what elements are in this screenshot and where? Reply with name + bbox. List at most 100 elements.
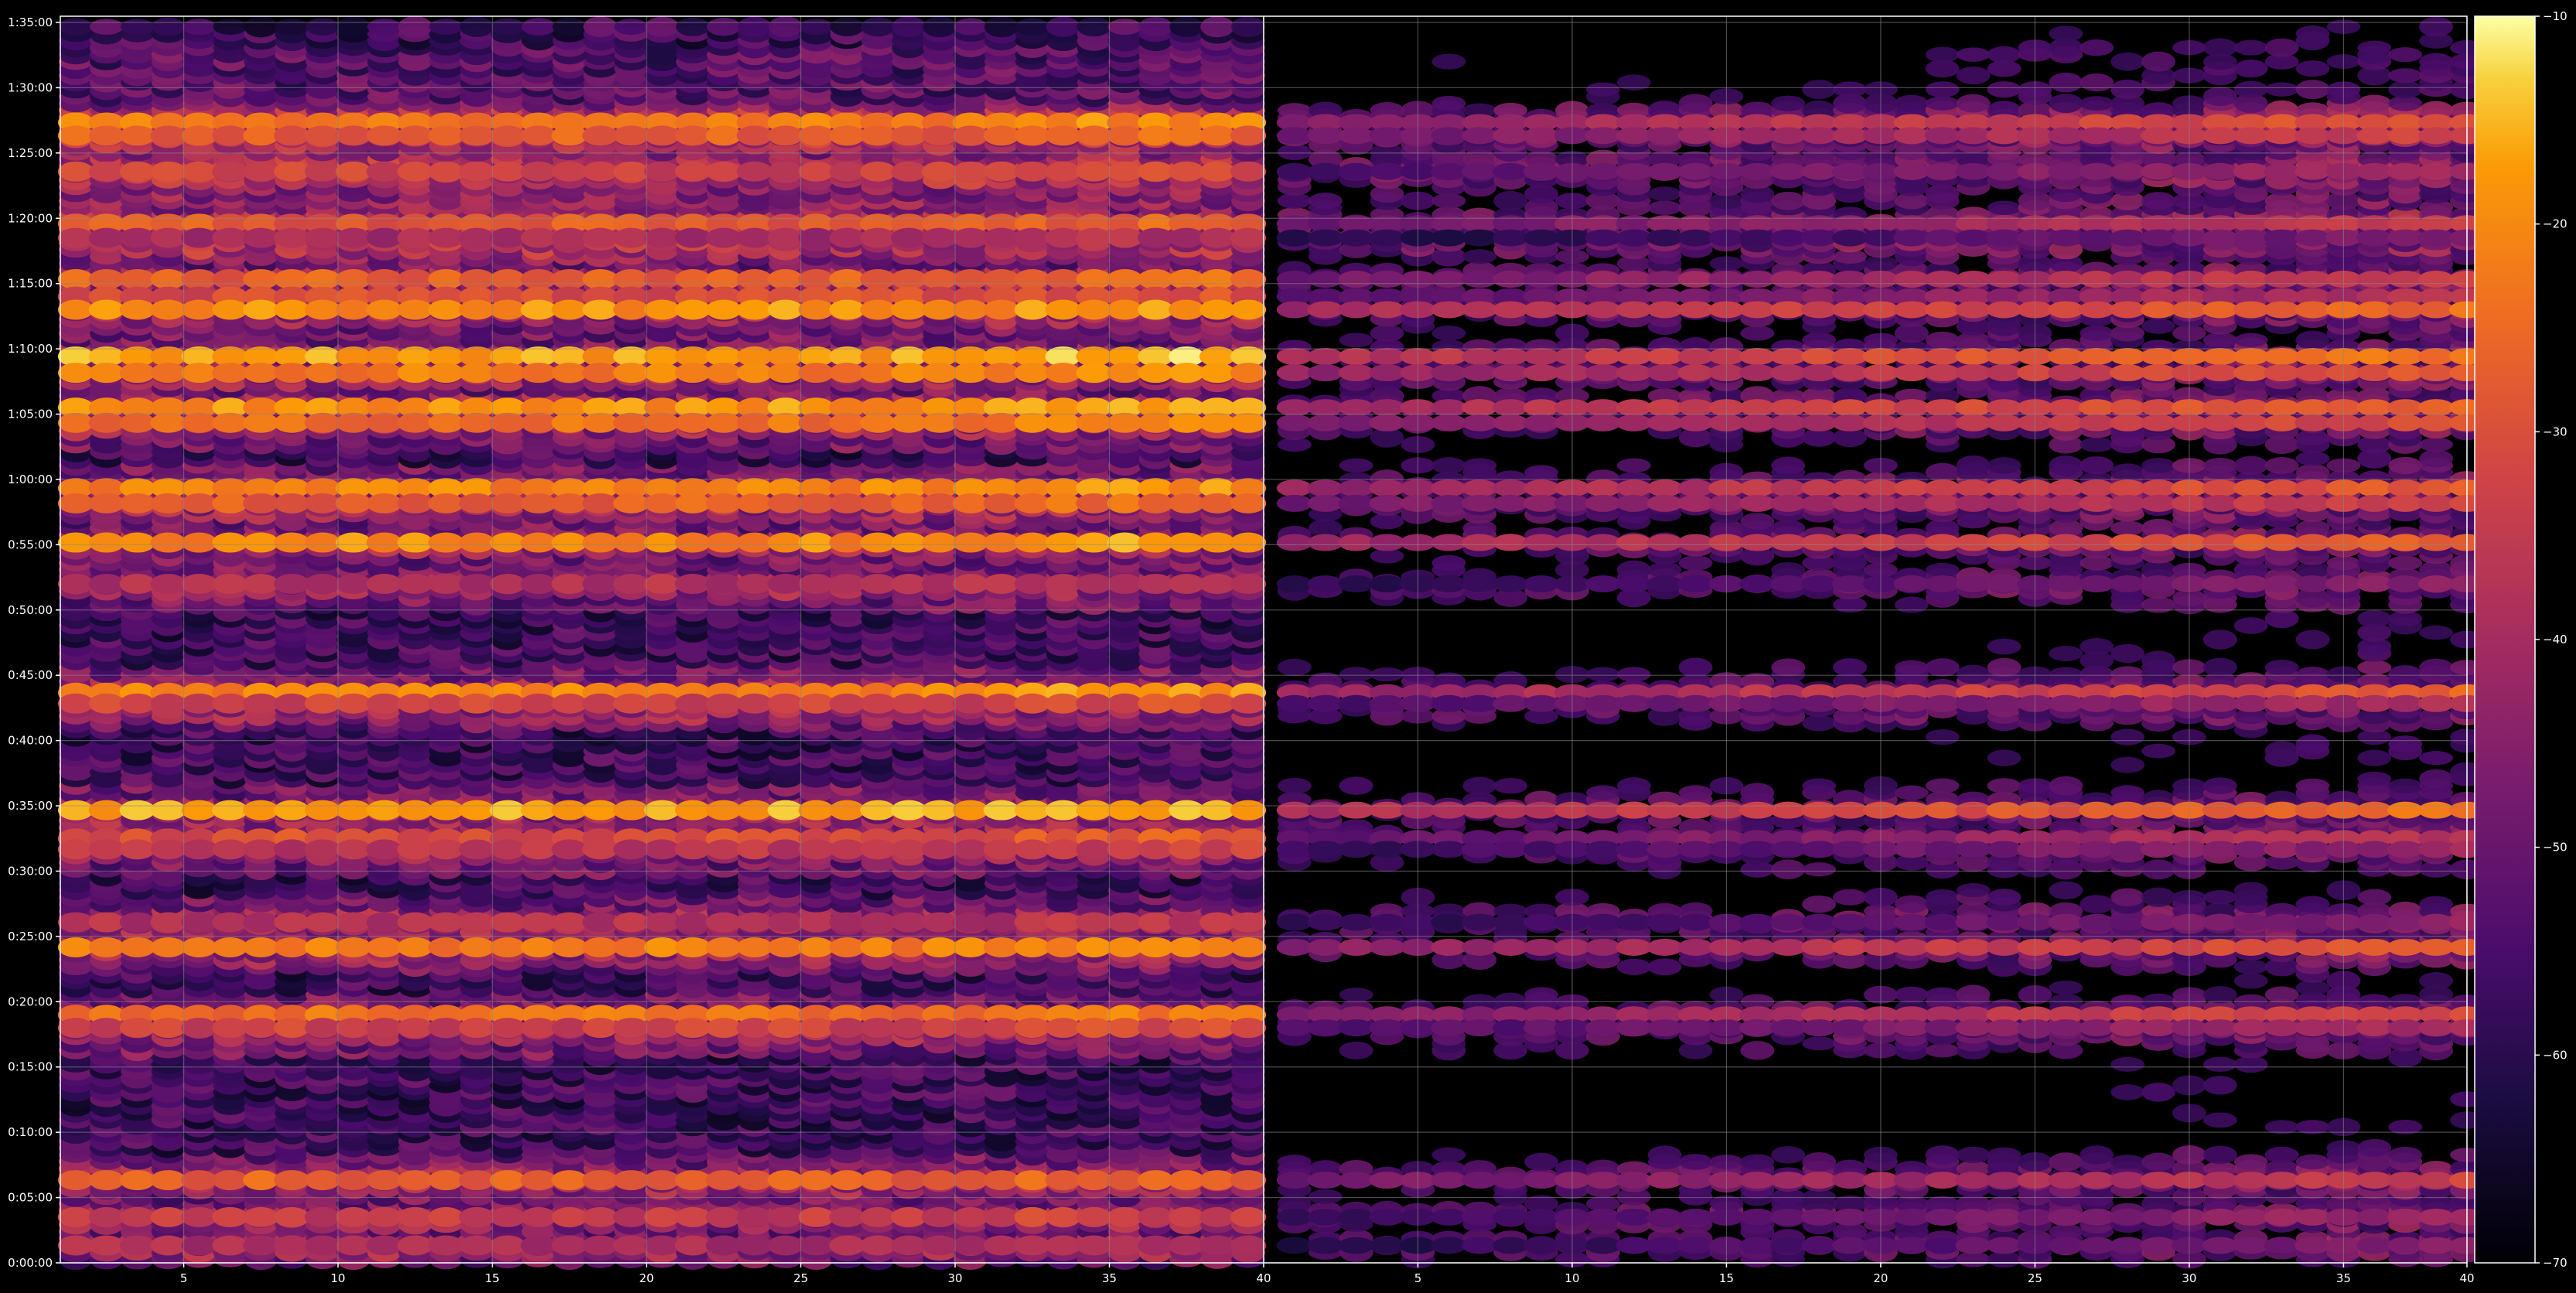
heatmap-cell <box>1339 988 1373 1002</box>
heatmap-cell <box>2110 1056 2145 1072</box>
heatmap-cell <box>1987 657 2022 677</box>
heatmap-cell <box>2202 629 2237 650</box>
heatmap-cell <box>2202 657 2237 677</box>
heatmap-cell <box>1771 658 1806 677</box>
heatmap-cell <box>2264 1146 2299 1164</box>
heatmap-cell <box>2202 777 2237 794</box>
heatmap-cell <box>1339 667 1373 682</box>
heatmap-cell <box>1277 777 1312 794</box>
heatmap-cell <box>1802 1036 1837 1051</box>
heatmap-cell <box>2419 769 2454 789</box>
heatmap-cell <box>2141 1083 2175 1102</box>
heatmap-cell <box>1894 986 1929 1003</box>
heatmap-cell <box>2049 667 2083 682</box>
heatmap-cell <box>2295 734 2330 754</box>
heatmap-cell <box>1956 1251 1991 1267</box>
heatmap-cell <box>1616 667 1651 682</box>
heatmap-cell <box>2233 972 2268 989</box>
heatmap-cell <box>1493 778 1528 794</box>
heatmap-cell <box>2202 1056 2237 1073</box>
heatmap-cell <box>2202 1076 2237 1095</box>
heatmap-cell <box>2049 1152 2083 1172</box>
heatmap-cell <box>1277 658 1312 677</box>
heatmap-cell <box>1802 715 1837 732</box>
heatmap-cell <box>1462 776 1497 795</box>
heatmap-cell <box>1833 658 1867 677</box>
heatmap-cell <box>2419 751 2454 766</box>
heatmap-cell <box>1925 658 1960 677</box>
heatmap-cell <box>2202 890 2237 905</box>
heatmap-cell <box>1956 1146 1991 1163</box>
heatmap-cell <box>2295 667 2330 682</box>
heatmap-cell <box>2141 1152 2175 1172</box>
heatmap-cell <box>2264 659 2299 676</box>
heatmap-cell <box>1740 783 1775 803</box>
heatmap-cell <box>1771 1146 1806 1164</box>
heatmap-cell <box>2357 660 2392 675</box>
heatmap-cell <box>1616 958 1651 975</box>
heatmap-cell <box>2110 1084 2145 1100</box>
heatmap-cell <box>1740 1041 1775 1060</box>
heatmap-cell <box>1925 1043 1960 1058</box>
heatmap-cell <box>1740 1154 1775 1170</box>
heatmap-cell <box>2233 1154 2268 1170</box>
heatmap-cell <box>1925 1145 1960 1165</box>
heatmap-cell <box>1956 664 1991 684</box>
heatmap-cell <box>2388 1146 2423 1163</box>
heatmap-cell <box>1431 1147 1466 1163</box>
heatmap-cell <box>2233 1056 2268 1073</box>
heatmap-cell <box>1802 896 1837 913</box>
heatmap-cell <box>1987 638 2022 655</box>
heatmap-cell <box>2110 666 2145 683</box>
heatmap-cell <box>1956 883 1991 898</box>
heatmap-cell <box>2295 778 2330 793</box>
heatmap-cell <box>2357 1138 2392 1157</box>
heatmap-cell <box>1894 895 1929 913</box>
heatmap-cell <box>1339 1041 1373 1059</box>
heatmap-cell <box>2388 735 2423 753</box>
heatmap-cell <box>2419 971 2454 990</box>
heatmap-cell <box>1370 667 1404 682</box>
heatmap-cell <box>1802 778 1837 793</box>
heatmap-cell <box>2110 1155 2145 1169</box>
heatmap-cell <box>2202 1145 2237 1165</box>
heatmap-cell <box>1987 1147 2022 1163</box>
heatmap-cell <box>2080 1145 2114 1165</box>
heatmap-cell <box>1833 889 1867 906</box>
heatmap-cell <box>2357 749 2392 766</box>
heatmap-cell <box>2233 959 2268 974</box>
heatmap-cell <box>1277 1155 1312 1169</box>
heatmap-cell <box>1987 778 2022 794</box>
heatmap-cell <box>1585 785 1620 800</box>
heatmap-cell <box>1894 785 1929 800</box>
heatmap-cell <box>1339 776 1373 795</box>
heatmap-cell <box>2295 896 2330 913</box>
heatmap-cell <box>1616 777 1651 795</box>
heatmap-cell <box>1308 1189 1343 1204</box>
spectrogram-chart: 0:00:000:05:000:10:000:15:000:20:000:25:… <box>8 9 2567 1285</box>
heatmap-cell <box>1925 987 1960 1002</box>
heatmap-cell <box>2357 889 2392 906</box>
heatmap-cell <box>1647 958 1682 976</box>
heatmap-cell <box>1987 749 2022 766</box>
heatmap-cell <box>2080 895 2114 914</box>
heatmap-cell <box>2110 728 2145 745</box>
heatmap-cell <box>1802 862 1837 877</box>
heatmap-cell <box>2141 650 2175 670</box>
heatmap-cell <box>1894 660 1929 675</box>
heatmap-cell <box>1678 785 1713 800</box>
heatmap-cell <box>1585 667 1620 682</box>
heatmap-cell <box>1678 1154 1713 1170</box>
heatmap-cell <box>2233 882 2268 899</box>
heatmap-cell <box>2295 1154 2330 1170</box>
heatmap-cell <box>2295 629 2330 650</box>
heatmap-cell <box>2141 743 2175 759</box>
heatmap-cell <box>2141 859 2175 880</box>
heatmap-cell <box>1524 987 1559 1003</box>
heatmap-cell <box>1987 889 2022 906</box>
heatmap-cell <box>2202 1112 2237 1128</box>
heatmap-cell <box>2049 981 2083 995</box>
heatmap-cell <box>1802 1152 1837 1172</box>
heatmap-cell <box>2264 986 2299 1004</box>
heatmap-cell <box>1524 1152 1559 1172</box>
